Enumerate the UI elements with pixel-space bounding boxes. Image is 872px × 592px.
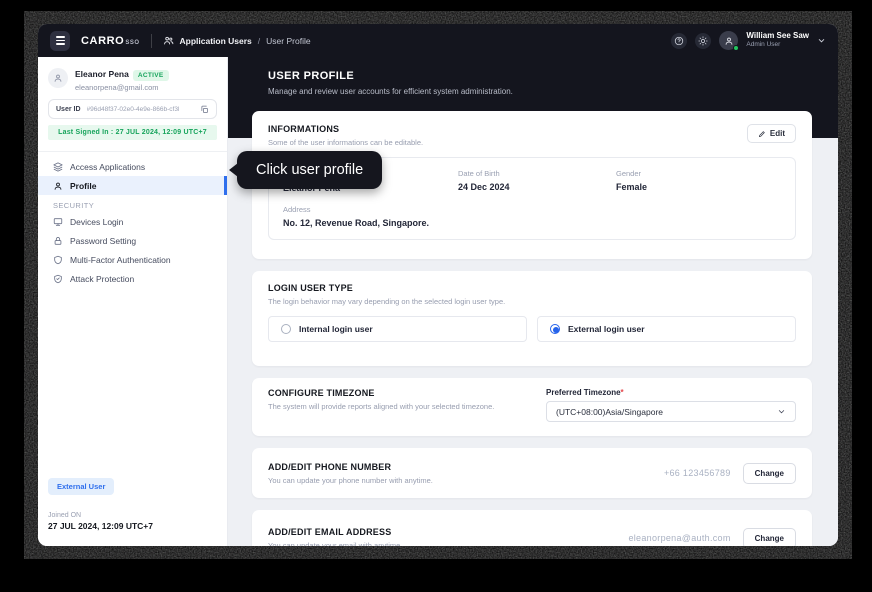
shield-icon <box>53 255 63 265</box>
email-subtitle: You can update your email with anytime. <box>268 541 402 547</box>
informations-subtitle: Some of the user informations can be edi… <box>268 138 423 147</box>
sidebar-item-label: Profile <box>70 181 96 191</box>
topbar-user-info: William See Saw Admin User <box>746 31 809 49</box>
brand-suffix: SSO <box>125 40 139 46</box>
lock-icon <box>53 236 63 246</box>
monitor-icon <box>53 217 63 227</box>
page-title: USER PROFILE <box>268 70 838 82</box>
users-icon <box>163 35 174 46</box>
sidebar-nav: Access Applications Profile SECURITY Dev… <box>38 152 227 288</box>
radio-checked-icon[interactable] <box>550 324 560 334</box>
layers-icon <box>53 162 63 172</box>
address-label: Address <box>283 205 781 214</box>
timezone-subtitle: The system will provide reports aligned … <box>268 402 494 411</box>
theme-toggle-button[interactable] <box>695 33 711 49</box>
change-phone-button[interactable]: Change <box>743 463 796 484</box>
email-address-card: ADD/EDIT EMAIL ADDRESS You can update yo… <box>252 510 812 546</box>
phone-subtitle: You can update your phone number with an… <box>268 476 433 485</box>
page-subtitle: Manage and review user accounts for effi… <box>268 87 838 96</box>
edit-button[interactable]: Edit <box>747 124 796 143</box>
informations-title: INFORMATIONS <box>268 124 423 134</box>
topbar-divider <box>151 34 152 48</box>
sidebar-item-attack-protection[interactable]: Attack Protection <box>38 269 227 288</box>
timezone-selected-value: (UTC+08:00)Asia/Singapore <box>556 407 663 417</box>
gender-value: Female <box>616 182 781 192</box>
user-menu-chevron-icon[interactable] <box>817 36 826 45</box>
main-content: USER PROFILE Manage and review user acco… <box>228 57 838 546</box>
breadcrumb-section[interactable]: Application Users <box>180 36 252 46</box>
sidebar-item-label: Password Setting <box>70 236 136 246</box>
sidebar-user-avatar-icon <box>48 68 68 88</box>
user-id-field: User ID #96d48f37-02e0-4e9e-866b-cf3l <box>48 99 217 119</box>
sidebar-item-devices-login[interactable]: Devices Login <box>38 212 227 231</box>
sidebar: Eleanor Pena ACTIVE eleanorpena@gmail.com… <box>38 57 228 546</box>
breadcrumb-page: User Profile <box>266 36 310 46</box>
timezone-select[interactable]: (UTC+08:00)Asia/Singapore <box>546 401 796 422</box>
address-value: No. 12, Revenue Road, Singapore. <box>283 218 781 228</box>
shield-check-icon <box>53 274 63 284</box>
configure-timezone-card: CONFIGURE TIMEZONE The system will provi… <box>252 378 812 436</box>
sidebar-footer: External User Joined ON 27 JUL 2024, 12:… <box>38 476 227 546</box>
status-badge: ACTIVE <box>133 70 169 81</box>
sidebar-item-profile[interactable]: Profile <box>38 176 227 195</box>
timezone-title: CONFIGURE TIMEZONE <box>268 388 494 398</box>
external-login-user-option[interactable]: External login user <box>537 316 796 342</box>
dob-value: 24 Dec 2024 <box>458 182 616 192</box>
external-user-badge: External User <box>48 478 114 495</box>
sidebar-item-multi-factor-authentication[interactable]: Multi-Factor Authentication <box>38 250 227 269</box>
user-id-value: #96d48f37-02e0-4e9e-866b-cf3l <box>87 106 194 113</box>
gender-label: Gender <box>616 169 781 178</box>
brand-logo: CARRO SSO <box>81 35 140 47</box>
hamburger-menu-button[interactable] <box>50 31 70 51</box>
pencil-icon <box>758 130 766 138</box>
user-icon <box>53 181 63 191</box>
help-button[interactable] <box>671 33 687 49</box>
last-signed-in-banner: Last Signed In : 27 JUL 2024, 12:09 UTC+… <box>48 125 217 140</box>
user-id-label: User ID <box>56 106 81 113</box>
sidebar-item-label: Attack Protection <box>70 274 134 284</box>
login-type-subtitle: The login behavior may vary depending on… <box>268 297 796 306</box>
login-type-title: LOGIN USER TYPE <box>268 283 796 293</box>
sidebar-item-label: Multi-Factor Authentication <box>70 255 171 265</box>
internal-login-user-option[interactable]: Internal login user <box>268 316 527 342</box>
preferred-timezone-label: Preferred Timezone* <box>546 388 796 397</box>
sidebar-item-access-applications[interactable]: Access Applications <box>38 157 227 176</box>
brand-name: CARRO <box>81 35 124 47</box>
chevron-down-icon <box>777 407 786 416</box>
sidebar-user-card: Eleanor Pena ACTIVE eleanorpena@gmail.com… <box>38 57 227 146</box>
sidebar-user-name: Eleanor Pena <box>75 69 129 79</box>
joined-on-label: Joined ON <box>48 512 217 519</box>
dob-label: Date of Birth <box>458 169 616 178</box>
phone-value: +66 123456789 <box>664 468 731 478</box>
topbar-user-name: William See Saw <box>746 31 809 41</box>
app-window: CARRO SSO Application Users / User Profi… <box>38 24 838 546</box>
sidebar-item-password-setting[interactable]: Password Setting <box>38 231 227 250</box>
copy-icon[interactable] <box>200 105 209 114</box>
change-email-button[interactable]: Change <box>743 528 796 547</box>
topbar-user-role: Admin User <box>746 41 809 49</box>
sidebar-section-security: SECURITY <box>38 195 227 212</box>
topbar: CARRO SSO Application Users / User Profi… <box>38 24 838 57</box>
breadcrumb: Application Users / User Profile <box>163 35 311 46</box>
breadcrumb-separator: / <box>258 36 260 46</box>
radio-unchecked-icon[interactable] <box>281 324 291 334</box>
sidebar-item-label: Access Applications <box>70 162 145 172</box>
phone-title: ADD/EDIT PHONE NUMBER <box>268 462 433 472</box>
click-user-profile-tooltip: Click user profile <box>237 151 382 189</box>
required-asterisk: * <box>621 388 624 397</box>
login-user-type-card: LOGIN USER TYPE The login behavior may v… <box>252 271 812 366</box>
phone-number-card: ADD/EDIT PHONE NUMBER You can update you… <box>252 448 812 498</box>
sidebar-user-email: eleanorpena@gmail.com <box>75 83 169 92</box>
email-title: ADD/EDIT EMAIL ADDRESS <box>268 527 402 537</box>
email-value: eleanorpena@auth.com <box>628 533 730 543</box>
sidebar-item-label: Devices Login <box>70 217 123 227</box>
online-status-dot <box>733 45 739 51</box>
joined-on-value: 27 JUL 2024, 12:09 UTC+7 <box>48 521 217 531</box>
topbar-actions: William See Saw Admin User <box>671 31 826 50</box>
user-avatar[interactable] <box>719 31 738 50</box>
